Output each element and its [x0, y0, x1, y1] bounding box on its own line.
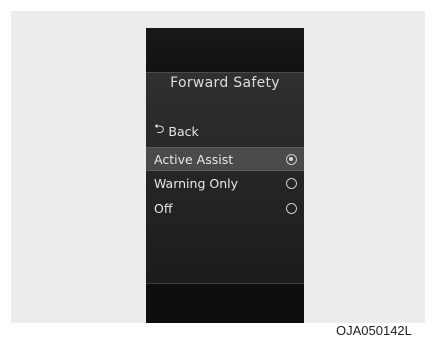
option-off[interactable]: Off — [146, 197, 304, 219]
cluster-display: Forward Safety ⮌ Back Active Assist Warn… — [146, 28, 304, 323]
option-warning-only[interactable]: Warning Only — [146, 172, 304, 194]
back-button[interactable]: ⮌ Back — [154, 122, 199, 140]
option-label: Off — [154, 200, 173, 216]
figure-code: OJA050142L — [336, 323, 412, 338]
display-bottom-band — [146, 284, 304, 323]
menu-title: Forward Safety — [170, 75, 280, 91]
back-arrow-icon: ⮌ — [154, 122, 165, 137]
radio-selected-icon — [286, 153, 297, 165]
option-label: Active Assist — [154, 151, 234, 167]
option-label: Warning Only — [154, 175, 238, 191]
radio-unselected-icon — [286, 177, 297, 189]
option-active-assist[interactable]: Active Assist — [146, 147, 304, 171]
back-label: Back — [168, 123, 199, 139]
display-top-band — [146, 28, 304, 72]
radio-unselected-icon — [286, 202, 297, 214]
